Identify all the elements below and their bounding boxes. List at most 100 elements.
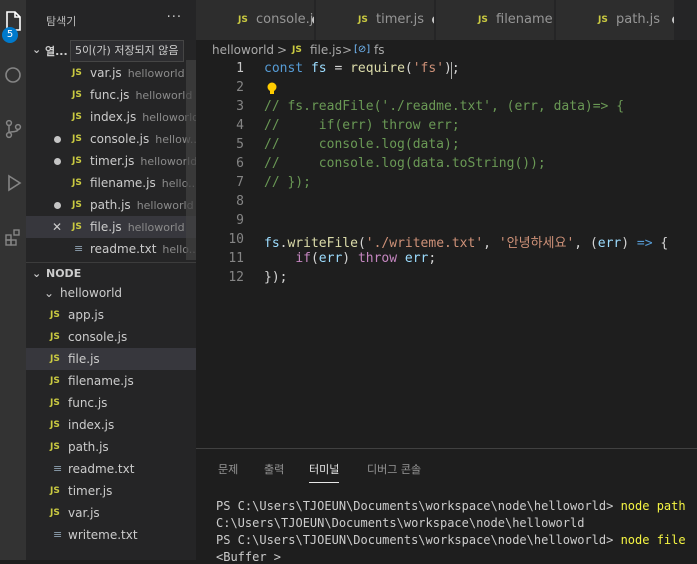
editor-tab[interactable]: JS timer.js	[316, 0, 435, 40]
code-token: });	[264, 270, 288, 285]
breadcrumb-separator: >	[277, 43, 288, 57]
file-tree-item[interactable]: JS index.js	[26, 414, 196, 436]
editor-tab[interactable]: JS console.js	[196, 0, 315, 40]
code-token: require	[350, 61, 405, 76]
file-tree-item[interactable]: JS var.js	[26, 502, 196, 524]
open-editor-item[interactable]: JS index.js helloworld	[26, 106, 196, 128]
open-editor-label: func.js helloworld	[90, 88, 193, 102]
lightbulb-icon[interactable]	[266, 82, 278, 100]
code-token: // console.log(data.toString());	[264, 156, 546, 171]
symbol-variable-icon: [⊘]	[354, 44, 371, 55]
line-number: 7	[236, 175, 244, 190]
code-token: (	[357, 236, 366, 251]
open-editor-item[interactable]: JS timer.js helloworld	[26, 150, 196, 172]
run-debug-icon[interactable]	[0, 170, 26, 196]
line-number: 1	[236, 61, 244, 76]
unsaved-dot-icon[interactable]	[672, 16, 674, 24]
open-editor-item[interactable]: ≡ readme.txt hello...	[26, 238, 196, 260]
editor-tab[interactable]: JS path.js	[556, 0, 675, 40]
tab-label: timer.js	[376, 12, 425, 27]
code-token: =	[326, 61, 351, 76]
chevron-down-icon: ⌄	[32, 267, 42, 280]
more-actions-icon[interactable]: ···	[167, 10, 182, 25]
breadcrumb-file[interactable]: file.js	[310, 40, 342, 60]
node-section-header[interactable]: ⌄ NODE	[26, 262, 196, 283]
file-tree-item[interactable]: JS file.js	[26, 348, 196, 370]
file-tree-item[interactable]: JS timer.js	[26, 480, 196, 502]
open-editor-item[interactable]: JS filename.js hello...	[26, 172, 196, 194]
js-file-icon: JS	[50, 332, 60, 342]
open-editor-dir: helloworld	[127, 221, 185, 234]
terminal-line: PS C:\Users\TJOEUN\Documents\workspace\n…	[216, 499, 686, 513]
file-tree-item[interactable]: JS app.js	[26, 304, 196, 326]
line-number: 10	[228, 232, 244, 247]
js-file-icon: JS	[72, 222, 82, 232]
sidebar-scrollbar[interactable]	[186, 60, 196, 260]
unsaved-dot-icon[interactable]	[54, 136, 61, 143]
js-file-icon: JS	[72, 156, 82, 166]
js-file-icon: JS	[50, 398, 60, 408]
panel-tab[interactable]: 출력	[264, 461, 284, 477]
unsaved-dot-icon[interactable]	[312, 16, 314, 24]
unsaved-dot-icon[interactable]	[54, 158, 61, 165]
open-editor-item[interactable]: ✕ JS file.js helloworld	[26, 216, 196, 238]
open-editor-item[interactable]: JS func.js helloworld	[26, 84, 196, 106]
line-number: 8	[236, 194, 244, 209]
open-editor-item[interactable]: JS console.js hellow...	[26, 128, 196, 150]
code-token: ,	[483, 236, 499, 251]
code-token: (	[310, 251, 319, 266]
code-line[interactable]: const fs = require('fs');	[264, 61, 460, 76]
code-line[interactable]: // console.log(data);	[264, 137, 460, 152]
editor-tab[interactable]: JS filename.js	[436, 0, 555, 40]
open-editor-label: var.js helloworld	[90, 66, 185, 80]
file-tree-item[interactable]: JS path.js	[26, 436, 196, 458]
source-control-icon[interactable]	[0, 116, 26, 142]
extensions-icon[interactable]	[0, 224, 26, 250]
text-file-icon: ≡	[53, 462, 63, 475]
line-number: 11	[228, 251, 244, 266]
js-file-icon: JS	[50, 486, 60, 496]
code-line[interactable]: fs.writeFile('./writeme.txt', '안녕하세요', (…	[264, 232, 668, 251]
js-file-icon: JS	[72, 134, 82, 144]
terminal-prompt: <Buffer >	[216, 550, 282, 564]
terminal-prompt: C:\Users\TJOEUN\Documents\workspace\node…	[216, 516, 585, 530]
file-tree-item[interactable]: JS func.js	[26, 392, 196, 414]
code-line[interactable]: // fs.readFile('./readme.txt', (err, dat…	[264, 99, 624, 114]
file-tree-item[interactable]: JS filename.js	[26, 370, 196, 392]
code-line[interactable]: // if(err) throw err;	[264, 118, 460, 133]
explorer-sidebar: 탐색기 ··· ⌄ 열... 5이(가) 저장되지 않음 JS var.js hel…	[26, 0, 196, 560]
code-line[interactable]: // console.log(data.toString());	[264, 156, 546, 171]
code-token: 'fs'	[412, 61, 445, 76]
js-file-icon: JS	[50, 442, 60, 452]
file-tree-item[interactable]: JS console.js	[26, 326, 196, 348]
close-icon[interactable]: ✕	[52, 216, 62, 238]
code-line[interactable]: });	[264, 270, 287, 285]
terminal-line: C:\Users\TJOEUN\Documents\workspace\node…	[216, 516, 584, 530]
open-editor-item[interactable]: JS path.js helloworld	[26, 194, 196, 216]
panel-tab[interactable]: 문제	[218, 461, 238, 477]
breadcrumb-symbol[interactable]: fs	[374, 40, 384, 60]
unsaved-dot-icon[interactable]	[54, 202, 61, 209]
unsaved-dot-icon[interactable]	[432, 16, 434, 24]
folder-helloworld[interactable]: ⌄ helloworld	[26, 282, 196, 304]
activity-bar: 5	[0, 0, 26, 560]
panel-tab[interactable]: 디버그 콘솔	[367, 461, 421, 477]
panel-tab[interactable]: 터미널	[309, 461, 340, 483]
file-tree-item[interactable]: ≡ readme.txt	[26, 458, 196, 480]
open-editor-item[interactable]: JS var.js helloworld	[26, 62, 196, 84]
breadcrumb-folder[interactable]: helloworld	[212, 40, 274, 60]
code-token: {	[652, 236, 669, 251]
folder-label: helloworld	[60, 286, 123, 300]
file-tree-item[interactable]: ≡ writeme.txt	[26, 524, 196, 546]
line-number: 12	[228, 270, 244, 285]
open-editor-label: timer.js helloworld	[90, 154, 196, 168]
js-file-icon: JS	[50, 310, 60, 320]
code-token: '안녕하세요'	[498, 236, 575, 251]
code-token: fs	[310, 61, 327, 76]
code-line[interactable]: if(err) throw err;	[264, 251, 436, 266]
code-token: err	[318, 251, 343, 266]
code-line[interactable]: // });	[264, 175, 311, 190]
search-icon[interactable]	[0, 62, 26, 88]
code-editor[interactable]: 1const fs = require('fs');23// fs.readFi…	[196, 60, 697, 448]
